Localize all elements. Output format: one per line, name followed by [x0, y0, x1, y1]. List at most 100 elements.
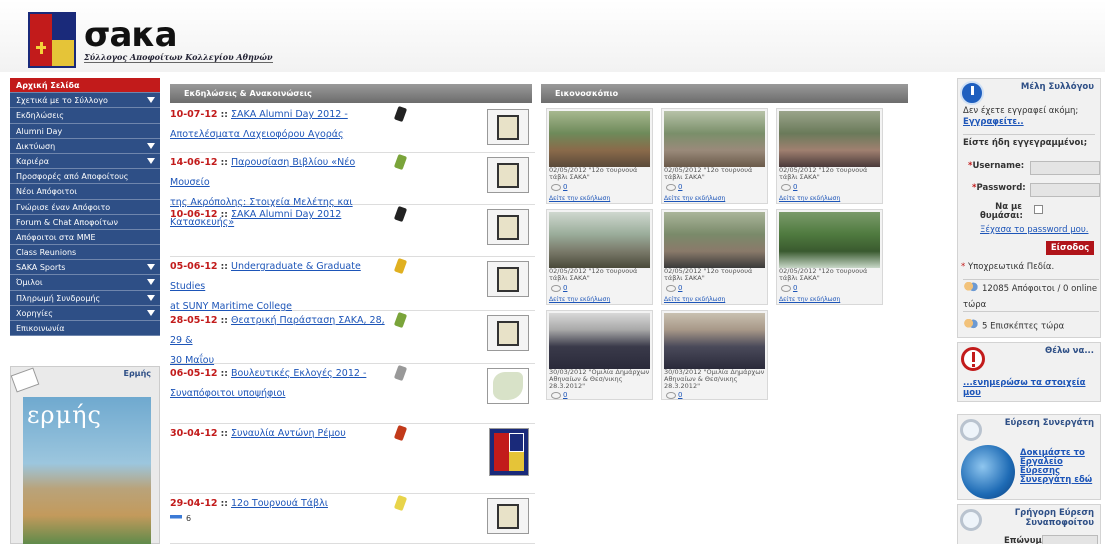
- chevron-down-icon[interactable]: [147, 142, 155, 149]
- event-thumbnail[interactable]: [487, 261, 529, 297]
- logo-wordmark[interactable]: σaκa: [84, 18, 178, 52]
- event-text: 10-06-12 :: ΣΑΚΑ Alumni Day 2012: [170, 205, 392, 225]
- event-text: 10-07-12 :: ΣΑΚΑ Alumni Day 2012 - Αποτελ…: [170, 105, 392, 145]
- view-event-link[interactable]: Δείτε την εκδήλωση: [779, 296, 840, 303]
- gallery-cell: 02/05/2012 "12ο τουρνουά τάβλι ΣΑΚΑ" 0 Δεί…: [546, 209, 653, 305]
- event-title-link[interactable]: Συναπόφοιτοι υποψήφιοι: [170, 388, 285, 399]
- palette-icon: [393, 311, 408, 329]
- sidebar-item[interactable]: Όμιλοι: [10, 275, 160, 291]
- sidebar-item[interactable]: Πληρωμή Συνδρομής: [10, 290, 160, 306]
- sidebar-item[interactable]: Alumni Day: [10, 123, 160, 139]
- trophy-icon: [393, 494, 408, 512]
- view-event-link[interactable]: Δείτε την εκδήλωση: [549, 195, 610, 202]
- sidebar-item-label: Προσφορές από Αποφοίτους: [16, 172, 129, 182]
- event-thumbnail[interactable]: [487, 498, 529, 534]
- ermis-box: Ερμής ερμής: [10, 366, 160, 544]
- magnifier-icon: [960, 419, 982, 441]
- sidebar-item[interactable]: Απόφοιτοι στα ΜΜΕ: [10, 229, 160, 246]
- power-icon: [960, 81, 984, 105]
- gallery-photo[interactable]: [664, 111, 765, 167]
- gallery-comments[interactable]: 0: [551, 391, 567, 399]
- sidebar-item[interactable]: Επικοινωνία: [10, 321, 160, 337]
- gallery-comments[interactable]: 0: [666, 183, 682, 191]
- sidebar-item[interactable]: Forum & Chat Αποφοίτων: [10, 214, 160, 230]
- sidebar-item[interactable]: Εκδηλώσεις: [10, 108, 160, 124]
- gallery-photo[interactable]: [549, 111, 650, 167]
- partner-tool-link[interactable]: Δοκιμάστε το Εργαλείο Εύρεσης Συνεργάτη …: [1020, 449, 1098, 485]
- username-label: *Username:: [968, 161, 1025, 171]
- gallery-photo[interactable]: [664, 212, 765, 268]
- gallery-comments[interactable]: 0: [551, 183, 567, 191]
- gallery-caption: 02/05/2012 "12ο τουρνουά τάβλι ΣΑΚΑ": [549, 166, 638, 181]
- event-title-link[interactable]: Βουλευτικές Εκλογές 2012 -: [231, 368, 366, 379]
- login-button[interactable]: Είσοδος: [1046, 241, 1094, 255]
- password-input[interactable]: [1030, 183, 1100, 197]
- sidebar-item[interactable]: SAKA Sports: [10, 260, 160, 276]
- event-title-link[interactable]: Συναυλία Αντώνη Ρέμου: [231, 428, 346, 439]
- sidebar-item-label: Αρχική Σελίδα: [16, 81, 80, 90]
- event-title-link[interactable]: ΣΑΚΑ Alumni Day 2012 -: [231, 109, 348, 120]
- register-link[interactable]: Εγγραφείτε..: [963, 117, 1024, 127]
- gallery-comments[interactable]: 0: [666, 391, 682, 399]
- sidebar-item[interactable]: Σχετικά με το Σύλλογο: [10, 93, 160, 109]
- partner-title: Εύρεση Συνεργάτη: [1004, 418, 1094, 428]
- remember-checkbox[interactable]: [1034, 205, 1043, 214]
- forgot-password-link[interactable]: Ξέχασα το password μου.: [980, 225, 1088, 235]
- update-details-link[interactable]: ...ενημερώσω τα στοιχεία μου: [963, 378, 1100, 398]
- event-separator: ::: [217, 158, 232, 168]
- sidebar-item[interactable]: Class Reunions: [10, 245, 160, 261]
- sidebar-item[interactable]: Νέοι Απόφοιτοι: [10, 184, 160, 200]
- ermis-magazine-cover[interactable]: ερμής: [23, 397, 151, 544]
- gallery-comments[interactable]: 0: [666, 284, 682, 292]
- sidebar-item[interactable]: Γνώρισε έναν Απόφοιτο: [10, 199, 160, 215]
- sidebar-item[interactable]: Δικτύωση: [10, 138, 160, 154]
- view-event-link[interactable]: Δείτε την εκδήλωση: [664, 296, 725, 303]
- chevron-down-icon[interactable]: [147, 97, 155, 104]
- sidebar-item[interactable]: Αρχική Σελίδα: [10, 78, 160, 94]
- event-thumbnail[interactable]: [487, 315, 529, 351]
- event-item: 05-06-12 :: Undergraduate & Graduate Stu…: [170, 257, 535, 312]
- view-event-link[interactable]: Δείτε την εκδήλωση: [664, 195, 725, 202]
- gallery-photo[interactable]: [664, 313, 765, 369]
- chevron-down-icon[interactable]: [147, 157, 155, 164]
- chevron-down-icon[interactable]: [147, 264, 155, 271]
- gallery-cell: 02/05/2012 "12ο τουρνουά τάβλι ΣΑΚΑ" 0 Δεί…: [546, 108, 653, 204]
- gallery-cell: 02/05/2012 "12ο τουρνουά τάβλι ΣΑΚΑ" 0 Δεί…: [776, 108, 883, 204]
- gallery-comments[interactable]: 0: [781, 183, 797, 191]
- header: σaκa Σύλλογος Αποφοίτων Κολλεγίου Αθηνών: [0, 0, 1105, 72]
- sidebar-item[interactable]: Προσφορές από Αποφοίτους: [10, 169, 160, 185]
- gallery-caption: 02/05/2012 "12ο τουρνουά τάβλι ΣΑΚΑ": [779, 267, 868, 282]
- gallery-comments[interactable]: 0: [551, 284, 567, 292]
- event-title-link[interactable]: Αποτελέσματα Λαχειοφόρου Αγοράς: [170, 129, 344, 140]
- gallery-cell: 30/03/2012 "Ομιλία Δημάρχων Αθηναίων & Θ…: [546, 310, 653, 400]
- gallery-photo[interactable]: [779, 212, 880, 268]
- comment-count: 0: [793, 284, 798, 292]
- surname-input[interactable]: [1042, 535, 1098, 544]
- event-title-link[interactable]: 12ο Τουρνουά Τάβλι: [231, 498, 328, 509]
- chevron-down-icon[interactable]: [147, 294, 155, 301]
- logo-crest-icon[interactable]: [28, 12, 76, 68]
- event-thumbnail[interactable]: [487, 109, 529, 145]
- gallery-photo[interactable]: [549, 313, 650, 369]
- greece-map-thumbnail[interactable]: [487, 368, 529, 404]
- gallery-cell: 02/05/2012 "12ο τουρνουά τάβλι ΣΑΚΑ" 0 Δεί…: [661, 209, 768, 305]
- view-event-link[interactable]: Δείτε την εκδήλωση: [779, 195, 840, 202]
- event-thumbnail[interactable]: [487, 209, 529, 245]
- chevron-down-icon[interactable]: [147, 279, 155, 286]
- event-title-link[interactable]: ΣΑΚΑ Alumni Day 2012: [231, 209, 341, 220]
- sidebar-item[interactable]: Καριέρα: [10, 153, 160, 170]
- event-count: 6: [170, 514, 191, 523]
- view-event-link[interactable]: Δείτε την εκδήλωση: [549, 296, 610, 303]
- event-thumbnail[interactable]: [487, 157, 529, 193]
- event-item: 10-06-12 :: ΣΑΚΑ Alumni Day 2012: [170, 205, 535, 257]
- sidebar-item[interactable]: Χορηγίες: [10, 305, 160, 321]
- saka-crest-thumbnail[interactable]: [489, 428, 529, 476]
- chevron-down-icon[interactable]: [147, 309, 155, 316]
- visitors-text: 5 Επισκέπτες τώρα: [982, 321, 1065, 332]
- gallery-photo[interactable]: [549, 212, 650, 268]
- username-input[interactable]: [1030, 161, 1100, 175]
- microphone-icon: [393, 105, 408, 123]
- gallery-comments[interactable]: 0: [781, 284, 797, 292]
- gallery-photo[interactable]: [779, 111, 880, 167]
- event-date: 05-06-12: [170, 261, 218, 272]
